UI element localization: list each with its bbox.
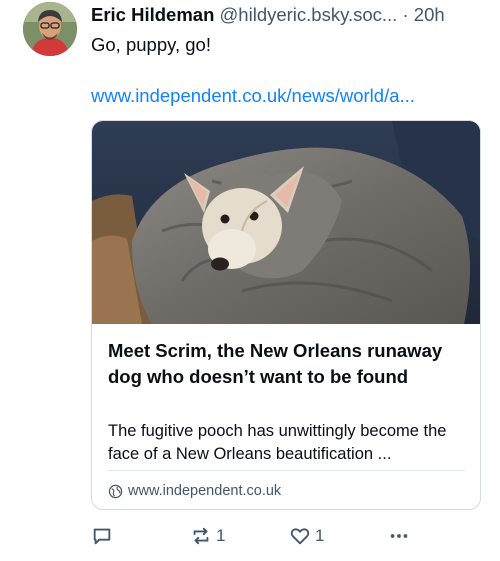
like-button[interactable]: 1 — [289, 522, 324, 550]
reply-button[interactable] — [91, 522, 113, 550]
author-avatar[interactable] — [23, 2, 77, 56]
post-timestamp[interactable]: 20h — [414, 4, 445, 25]
post-text: Go, puppy, go! — [91, 34, 211, 55]
post-actions: 1 1 — [0, 522, 500, 552]
post-link[interactable]: www.independent.co.uk/news/world/a... — [91, 84, 415, 108]
globe-icon — [108, 484, 123, 498]
heart-icon — [290, 528, 310, 545]
repost-button[interactable]: 1 — [190, 522, 225, 550]
like-count: 1 — [315, 526, 325, 545]
more-icon — [390, 534, 408, 538]
author-handle[interactable]: @hildyeric.bsky.soc... — [220, 4, 398, 25]
card-thumbnail-image — [92, 121, 480, 324]
author-name[interactable]: Eric Hildeman — [91, 4, 214, 25]
link-preview-card[interactable]: Meet Scrim, the New Orleans runaway dog … — [91, 120, 481, 510]
more-options-button[interactable] — [387, 522, 411, 550]
header-separator: · — [402, 4, 409, 25]
card-domain-row: www.independent.co.uk — [108, 481, 281, 501]
post-header: Eric Hildeman @hildyeric.bsky.soc... · 2… — [91, 3, 491, 27]
card-divider — [108, 470, 465, 471]
card-description: The fugitive pooch has unwittingly becom… — [108, 422, 447, 463]
repost-count: 1 — [216, 526, 226, 545]
card-title[interactable]: Meet Scrim, the New Orleans runaway dog … — [108, 338, 468, 390]
repost-icon — [193, 527, 209, 545]
reply-icon — [93, 528, 111, 545]
card-domain: www.independent.co.uk — [128, 483, 282, 499]
